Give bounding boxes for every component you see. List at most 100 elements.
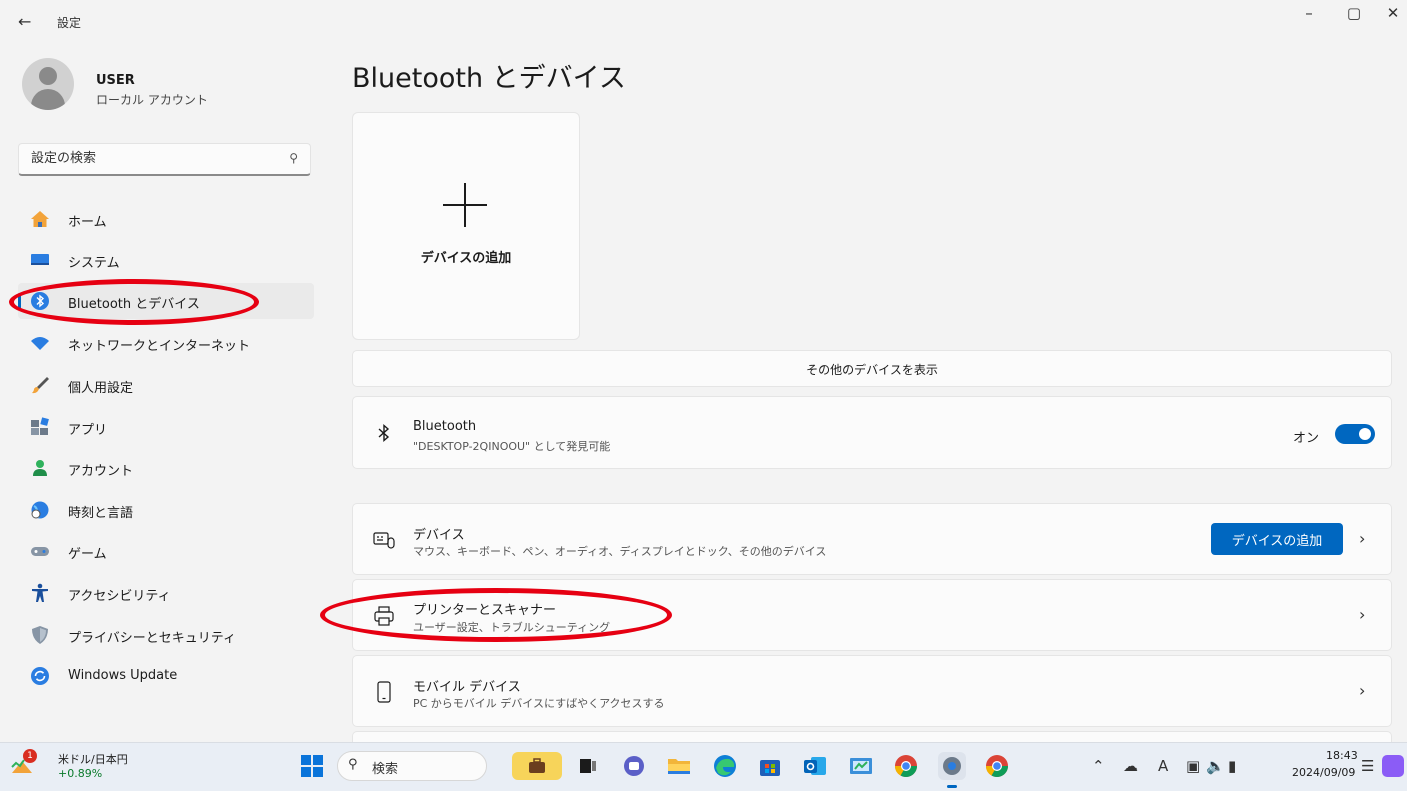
bluetooth-state-label: オン: [1292, 431, 1319, 446]
mobile-title: モバイル デバイス: [413, 680, 521, 695]
clock-date[interactable]: 2024/09/09: [1292, 766, 1355, 779]
user-icon: [39, 67, 57, 85]
devices-row[interactable]: デバイス マウス、キーボード、ペン、オーディオ、ディスプレイとドック、その他のデ…: [352, 503, 1392, 575]
edge-icon: [714, 755, 736, 777]
taskbar-app-outlook[interactable]: [801, 752, 829, 780]
taskbar-app-task-view[interactable]: [574, 752, 602, 780]
folder-icon: [668, 759, 690, 774]
clock-time[interactable]: 18:43: [1326, 749, 1358, 762]
taskbar-app-file-explorer[interactable]: [665, 752, 693, 780]
shield-icon: [32, 626, 48, 644]
bluetooth-card: Bluetooth "DESKTOP-2QINOOU" として発見可能 オン: [352, 396, 1392, 469]
chevron-up-icon[interactable]: ⌃: [1092, 757, 1105, 775]
show-more-devices-button[interactable]: その他のデバイスを表示: [352, 350, 1392, 387]
outlook-icon: [804, 757, 826, 775]
ime-icon[interactable]: A: [1158, 757, 1168, 775]
briefcase-icon: [529, 758, 545, 773]
sidebar-item-label: ホーム: [68, 215, 107, 230]
sidebar-item-label: システム: [68, 256, 120, 271]
copilot-icon[interactable]: [1382, 755, 1404, 777]
update-icon: [31, 667, 49, 685]
volume-icon[interactable]: 🔈: [1206, 757, 1225, 775]
devices-subtitle: マウス、キーボード、ペン、オーディオ、ディスプレイとドック、その他のデバイス: [413, 545, 827, 558]
wifi-icon: [31, 337, 49, 350]
printers-scanners-row[interactable]: プリンターとスキャナー ユーザー設定、トラブルシューティング ›: [352, 579, 1392, 651]
taskbar-app-control-panel[interactable]: [847, 752, 875, 780]
taskbar-app-widgets[interactable]: [512, 752, 562, 780]
sidebar-item-privacy[interactable]: プライバシーとセキュリティ: [18, 617, 314, 653]
taskbar-app-settings[interactable]: [938, 752, 966, 788]
minimize-button[interactable]: –: [1289, 4, 1329, 28]
sidebar-item-time-language[interactable]: 時刻と言語: [18, 492, 314, 528]
settings-search-box[interactable]: ⚲: [18, 143, 311, 176]
widgets-button[interactable]: 1: [10, 749, 54, 783]
taskbar-app-store[interactable]: [756, 752, 784, 780]
accessibility-icon: [32, 583, 48, 602]
taskbar-search-label: 検索: [372, 762, 399, 777]
sidebar-item-accounts[interactable]: アカウント: [18, 450, 314, 486]
printer-icon: [374, 606, 394, 626]
taskbar-app-chat[interactable]: [620, 752, 648, 780]
sidebar-item-label: 時刻と言語: [68, 506, 134, 521]
globe-clock-icon: [31, 501, 49, 519]
taskbar-app-chrome-2[interactable]: [983, 752, 1011, 780]
show-more-devices-label: その他のデバイスを表示: [806, 363, 938, 377]
app-title: 設定: [57, 16, 82, 30]
restore-button[interactable]: ▢: [1334, 4, 1374, 28]
mobile-subtitle: PC からモバイル デバイスにすばやくアクセスする: [413, 697, 665, 710]
sidebar-item-accessibility[interactable]: アクセシビリティ: [18, 575, 314, 611]
sidebar-item-windows-update[interactable]: Windows Update: [18, 658, 314, 694]
account-type: ローカル アカウント: [96, 93, 208, 107]
notification-icon[interactable]: ☰: [1361, 757, 1374, 775]
search-icon[interactable]: ⚲: [289, 151, 298, 165]
sidebar-item-network[interactable]: ネットワークとインターネット: [18, 325, 314, 361]
sidebar-item-label: Windows Update: [68, 668, 178, 683]
chevron-right-icon: ›: [1359, 681, 1366, 700]
person-icon: [33, 460, 47, 476]
store-icon: [760, 760, 780, 776]
controller-icon: [31, 547, 49, 556]
devices-title: デバイス: [413, 528, 465, 543]
widget-change: +0.89%: [58, 767, 103, 780]
chat-icon: [624, 756, 644, 776]
sidebar-item-gaming[interactable]: ゲーム: [18, 533, 314, 569]
chrome-icon: [895, 755, 917, 777]
sidebar-item-system[interactable]: システム: [18, 242, 314, 278]
control-panel-icon: [850, 758, 872, 774]
mobile-devices-row[interactable]: モバイル デバイス PC からモバイル デバイスにすばやくアクセスする ›: [352, 655, 1392, 727]
active-indicator: [18, 293, 21, 309]
network-icon[interactable]: ▣: [1186, 757, 1200, 775]
battery-icon[interactable]: ▮: [1228, 757, 1236, 775]
taskbar: 1 米ドル/日本円 +0.89% ⚲ 検索 ⌃ ☁ A ▣ 🔈 ▮ 18:43 …: [0, 742, 1407, 791]
bluetooth-title: Bluetooth: [413, 419, 477, 434]
printers-subtitle: ユーザー設定、トラブルシューティング: [413, 621, 611, 634]
task-view-icon: [580, 759, 596, 773]
bluetooth-icon: [378, 423, 390, 443]
sidebar-item-home[interactable]: ホーム: [18, 201, 314, 237]
sidebar-item-personalization[interactable]: 個人用設定: [18, 367, 314, 403]
back-button[interactable]: ←: [18, 12, 42, 32]
add-device-tile[interactable]: デバイスの追加: [352, 112, 580, 340]
brush-icon: [32, 377, 49, 394]
home-icon: [31, 211, 49, 227]
sidebar-item-label: プライバシーとセキュリティ: [68, 631, 236, 646]
avatar[interactable]: [22, 58, 74, 110]
page-title: Bluetooth とデバイス: [352, 63, 626, 94]
start-button[interactable]: [298, 752, 326, 780]
settings-search-input[interactable]: [29, 150, 283, 167]
taskbar-app-edge[interactable]: [711, 752, 739, 780]
bluetooth-subtitle: "DESKTOP-2QINOOU" として発見可能: [413, 440, 611, 453]
printers-title: プリンターとスキャナー: [413, 603, 557, 618]
bluetooth-toggle[interactable]: [1335, 424, 1375, 444]
taskbar-search[interactable]: ⚲ 検索: [337, 751, 487, 781]
taskbar-app-chrome[interactable]: [892, 752, 920, 780]
sidebar-item-label: アクセシビリティ: [68, 589, 171, 604]
sidebar-item-bluetooth[interactable]: Bluetooth とデバイス: [18, 283, 314, 319]
bluetooth-icon: [31, 292, 49, 310]
close-button[interactable]: ✕: [1378, 4, 1407, 28]
sidebar-item-label: アプリ: [68, 423, 108, 438]
sidebar-item-apps[interactable]: アプリ: [18, 409, 314, 445]
add-device-button[interactable]: デバイスの追加: [1211, 523, 1343, 555]
onedrive-icon[interactable]: ☁: [1123, 757, 1138, 775]
apps-icon: [31, 417, 49, 435]
